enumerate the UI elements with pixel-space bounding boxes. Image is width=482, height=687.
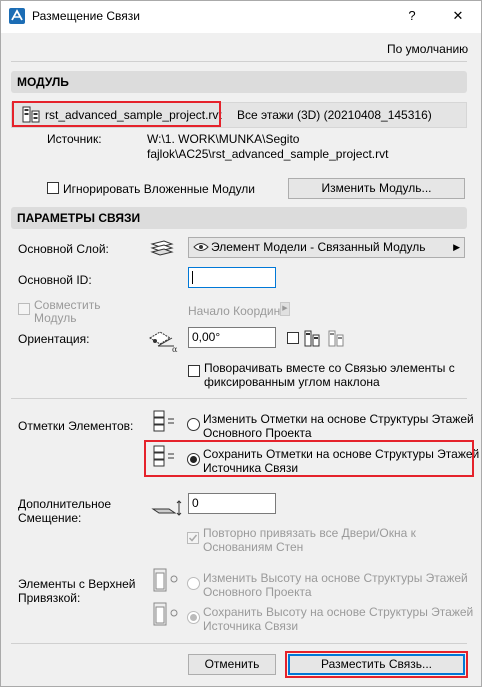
top-linked-option-source-radio[interactable]	[187, 611, 200, 624]
orientation-input[interactable]: 0,00°	[188, 327, 276, 348]
title-bar: Размещение Связи ? ✕	[1, 1, 481, 33]
change-module-button[interactable]: Изменить Модуль...	[288, 178, 465, 199]
main-id-label: Основной ID:	[18, 273, 92, 287]
origin-dropdown[interactable]: ▶	[280, 302, 290, 316]
reconnect-label-1: Повторно привязать все Двери/Окна к	[203, 526, 416, 540]
top-linked-height-icon	[153, 568, 178, 592]
module-stories: Все этажи (3D) (20210408_145316)	[237, 108, 432, 122]
source-path-line2: fajlok\AC25\rst_advanced_sample_project.…	[147, 147, 389, 161]
divider	[11, 398, 467, 399]
cancel-button[interactable]: Отменить	[188, 654, 276, 675]
rotate-fixed-label-2: фиксированным углом наклона	[204, 375, 380, 389]
offset-label-2: Смещение:	[18, 511, 82, 525]
main-layer-label: Основной Слой:	[18, 242, 109, 256]
rotate-fixed-label-1: Поворачивать вместе со Связью элементы с	[204, 361, 455, 375]
elevations-option1-line2: Основного Проекта	[203, 426, 312, 440]
highlight-elevation-option	[144, 440, 474, 477]
rotate-fixed-checkbox[interactable]	[188, 365, 200, 377]
window-title: Размещение Связи	[32, 9, 140, 23]
top-linked-label-1: Элементы с Верхней	[18, 577, 136, 591]
align-module-checkbox[interactable]	[18, 303, 30, 315]
ignore-nested-checkbox[interactable]	[47, 182, 59, 194]
reconnect-label-2: Основаниям Стен	[203, 540, 304, 554]
divider	[11, 643, 467, 644]
top-linked-label-2: Привязкой:	[18, 591, 81, 605]
orientation-label: Ориентация:	[18, 332, 90, 346]
top-linked-option1-line2: Основного Проекта	[203, 585, 312, 599]
main-layer-dropdown[interactable]: Элемент Модели - Связанный Модуль ▶	[188, 237, 465, 258]
place-link-dialog: Размещение Связи ? ✕ По умолчанию МОДУЛЬ…	[0, 0, 482, 687]
orientation-angle-icon: α	[149, 331, 178, 354]
source-path-line1: W:\1. WORK\MUNKA\Segito	[147, 132, 300, 146]
rotate-modules-icon	[304, 330, 344, 347]
chevron-right-icon: ▶	[453, 242, 460, 252]
offset-input[interactable]: 0	[188, 493, 276, 514]
top-linked-height-keep-icon	[153, 602, 178, 626]
reconnect-checkbox[interactable]	[187, 532, 199, 544]
close-button[interactable]: ✕	[445, 5, 471, 27]
orientation-toggle-checkbox[interactable]	[287, 332, 299, 344]
defaults-link[interactable]: По умолчанию	[387, 42, 468, 56]
layers-icon	[150, 240, 174, 256]
divider	[11, 61, 467, 62]
top-linked-option1-line1: Изменить Высоту на основе Структуры Этаж…	[203, 571, 468, 585]
params-section-header[interactable]: ПАРАМЕТРЫ СВЯЗИ	[11, 207, 467, 229]
elevations-label: Отметки Элементов:	[18, 419, 134, 433]
offset-icon	[151, 500, 182, 516]
story-elevation-icon	[153, 410, 174, 432]
align-module-label-2: Модуль	[34, 311, 77, 325]
text-cursor	[192, 271, 193, 284]
help-button[interactable]: ?	[399, 5, 425, 27]
main-id-input[interactable]	[188, 267, 276, 288]
chevron-right-icon: ▶	[282, 305, 288, 312]
ignore-nested-label: Игнорировать Вложенные Модули	[63, 182, 256, 196]
eye-icon	[193, 243, 209, 251]
archicad-app-icon	[9, 8, 25, 24]
top-linked-option-main-radio[interactable]	[187, 577, 200, 590]
highlight-module-file	[12, 101, 221, 127]
svg-text:α: α	[172, 345, 178, 354]
top-linked-option2-line2: Источника Связи	[203, 619, 299, 633]
source-label: Источник:	[47, 132, 102, 146]
highlight-place-button	[285, 651, 468, 678]
top-linked-option2-line1: Сохранить Высоту на основе Структуры Эта…	[203, 605, 474, 619]
elevations-option1-line1: Изменить Отметки на основе Структуры Эта…	[203, 412, 474, 426]
module-section-header[interactable]: МОДУЛЬ	[11, 71, 467, 93]
main-layer-value: Элемент Модели - Связанный Модуль	[211, 240, 426, 254]
elevations-option-main-radio[interactable]	[187, 418, 200, 431]
origin-label: Начало Координ	[188, 304, 281, 318]
offset-label-1: Дополнительное	[18, 497, 112, 511]
align-module-label-1: Совместить	[34, 298, 101, 312]
